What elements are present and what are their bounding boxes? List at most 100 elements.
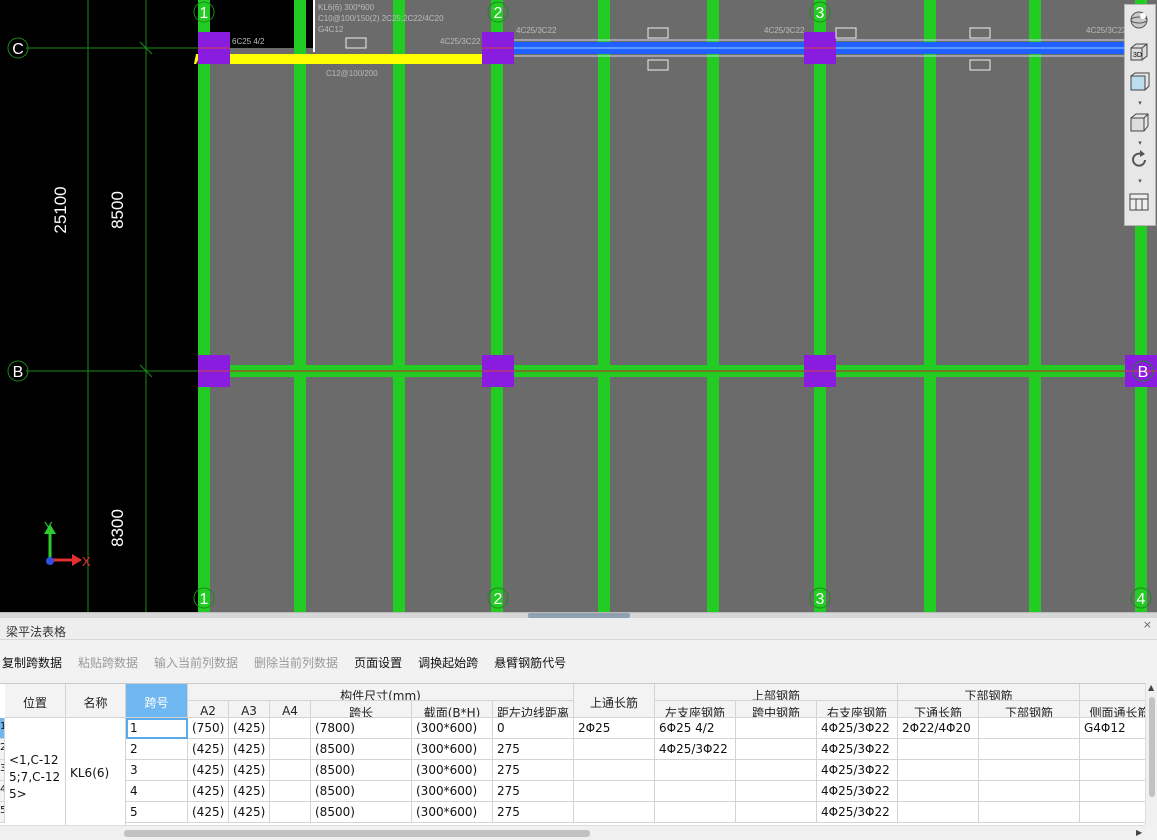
beam-table[interactable]: 位置 名称 跨号 构件尺寸(mm) 上通长筋 上部钢筋 下部钢筋 A2 A3 A4 跨长 截面(B*H… (0, 683, 1145, 825)
table-cell-span[interactable]: 3 (126, 760, 188, 781)
cad-drawing-area[interactable]: 1 2 3 1 2 3 4 C B B 25100 8500 8300 KL6(6) 300*600 C10… (0, 0, 1157, 612)
layout-icon[interactable] (1128, 191, 1154, 217)
toolbar-button-3[interactable]: 输入当前列数据 (152, 654, 238, 676)
box-dropdown-arrow-icon[interactable]: ▾ (1125, 139, 1155, 147)
box-view-icon[interactable] (1128, 111, 1154, 137)
table-cell-top[interactable] (574, 802, 655, 823)
table-cell-len[interactable]: (7800) (311, 718, 412, 739)
beam-vertical[interactable] (814, 0, 826, 612)
table-cell-right[interactable]: 4Φ25/3Φ22 (817, 760, 898, 781)
table-cell-len[interactable]: (8500) (311, 781, 412, 802)
table-cell-sec[interactable]: (300*600) (412, 781, 493, 802)
vertical-scrollbar[interactable]: ▲ (1145, 683, 1157, 825)
beam-vertical[interactable] (393, 0, 405, 612)
table-cell-sec[interactable]: (300*600) (412, 802, 493, 823)
cad-canvas[interactable]: 1 2 3 1 2 3 4 C B B 25100 8500 8300 KL6(6) 300*600 C10… (0, 0, 1157, 612)
front-view-icon[interactable] (1128, 71, 1154, 97)
table-cell-off[interactable]: 0 (493, 718, 574, 739)
table-cell-off[interactable]: 275 (493, 739, 574, 760)
table-cell-len[interactable]: (8500) (311, 760, 412, 781)
table-cell-len[interactable]: (8500) (311, 802, 412, 823)
table-cell-bbar[interactable] (979, 718, 1080, 739)
name-cell[interactable]: KL6(6) (66, 718, 126, 825)
toolbar-button-7[interactable]: 悬臂钢筋代号 (492, 654, 566, 676)
table-cell-bbar[interactable] (979, 760, 1080, 781)
table-cell-mid[interactable] (736, 802, 817, 823)
table-cell-bbar[interactable] (979, 802, 1080, 823)
beam-vertical[interactable] (198, 0, 210, 612)
table-cell-a3[interactable]: (425) (229, 802, 270, 823)
table-cell-right[interactable]: 4Φ25/3Φ22 (817, 739, 898, 760)
table-cell-mid[interactable] (736, 718, 817, 739)
table-cell-mid[interactable] (736, 760, 817, 781)
table-cell-a4[interactable] (270, 802, 311, 823)
beam-vertical[interactable] (491, 0, 503, 612)
table-cell-sec[interactable]: (300*600) (412, 718, 493, 739)
beam-vertical[interactable] (294, 0, 306, 612)
table-cell-left[interactable] (655, 802, 736, 823)
rotate-icon[interactable] (1128, 149, 1154, 175)
table-cell-side[interactable] (1080, 739, 1145, 760)
table-cell-side[interactable] (1080, 781, 1145, 802)
scroll-up-icon[interactable]: ▲ (1148, 683, 1154, 692)
table-cell-off[interactable]: 275 (493, 760, 574, 781)
table-cell-mid[interactable] (736, 781, 817, 802)
table-cell-a2[interactable]: (425) (188, 802, 229, 823)
table-cell-a2[interactable]: (750) (188, 718, 229, 739)
table-cell-bbar[interactable] (979, 781, 1080, 802)
table-cell-side[interactable] (1080, 802, 1145, 823)
table-cell-side[interactable]: G4Φ12 (1080, 718, 1145, 739)
table-cell-left[interactable]: 4Φ25/3Φ22 (655, 739, 736, 760)
table-cell-right[interactable]: 4Φ25/3Φ22 (817, 718, 898, 739)
table-cell-a4[interactable] (270, 781, 311, 802)
table-cell-left[interactable] (655, 760, 736, 781)
table-cell-sec[interactable]: (300*600) (412, 760, 493, 781)
table-cell-blong[interactable]: 2Φ22/4Φ20 (898, 718, 979, 739)
beam-vertical[interactable] (707, 0, 719, 612)
beam-vertical[interactable] (924, 0, 936, 612)
vertical-scroll-thumb[interactable] (1149, 697, 1155, 797)
table-cell-left[interactable]: 6Φ25 4/2 (655, 718, 736, 739)
horizontal-scrollbar[interactable]: ▶ (0, 825, 1145, 840)
table-cell-a2[interactable]: (425) (188, 781, 229, 802)
table-cell-a3[interactable]: (425) (229, 760, 270, 781)
table-cell-bbar[interactable] (979, 739, 1080, 760)
view-3d-icon[interactable]: 3D (1128, 41, 1154, 67)
header-span-no[interactable]: 跨号 (126, 684, 188, 718)
toolbar-button-2[interactable]: 粘贴跨数据 (76, 654, 138, 676)
table-cell-len[interactable]: (8500) (311, 739, 412, 760)
view-dropdown-arrow-icon[interactable]: ▾ (1125, 99, 1155, 107)
table-cell-blong[interactable] (898, 760, 979, 781)
beam-vertical[interactable] (598, 0, 610, 612)
table-cell-a3[interactable]: (425) (229, 718, 270, 739)
table-cell-mid[interactable] (736, 739, 817, 760)
table-cell-a4[interactable] (270, 760, 311, 781)
table-cell-right[interactable]: 4Φ25/3Φ22 (817, 802, 898, 823)
table-cell-sec[interactable]: (300*600) (412, 739, 493, 760)
table-cell-a4[interactable] (270, 718, 311, 739)
table-cell-blong[interactable] (898, 802, 979, 823)
scroll-right-icon[interactable]: ▶ (1136, 828, 1142, 837)
table-cell-blong[interactable] (898, 739, 979, 760)
orbit-icon[interactable] (1128, 9, 1154, 35)
horizontal-scroll-thumb[interactable] (124, 830, 590, 837)
table-cell-span[interactable]: 2 (126, 739, 188, 760)
toolbar-button-5[interactable]: 页面设置 (352, 654, 402, 676)
table-cell-a2[interactable]: (425) (188, 739, 229, 760)
table-cell-a4[interactable] (270, 739, 311, 760)
table-cell-off[interactable]: 275 (493, 802, 574, 823)
rotate-dropdown-arrow-icon[interactable]: ▾ (1125, 177, 1155, 185)
table-cell-span[interactable]: 5 (126, 802, 188, 823)
table-cell-top[interactable]: 2Φ25 (574, 718, 655, 739)
toolbar-button-6[interactable]: 调换起始跨 (416, 654, 478, 676)
toolbar-button-1[interactable]: 复制跨数据 (0, 654, 62, 676)
table-cell-top[interactable] (574, 760, 655, 781)
beam-selected-yellow[interactable] (194, 54, 506, 64)
table-cell-top[interactable] (574, 781, 655, 802)
table-cell-off[interactable]: 275 (493, 781, 574, 802)
table-cell-span[interactable]: 4 (126, 781, 188, 802)
beam-vertical[interactable] (1029, 0, 1041, 612)
table-cell-a3[interactable]: (425) (229, 739, 270, 760)
table-cell-side[interactable] (1080, 760, 1145, 781)
toolbar-button-4[interactable]: 删除当前列数据 (252, 654, 338, 676)
